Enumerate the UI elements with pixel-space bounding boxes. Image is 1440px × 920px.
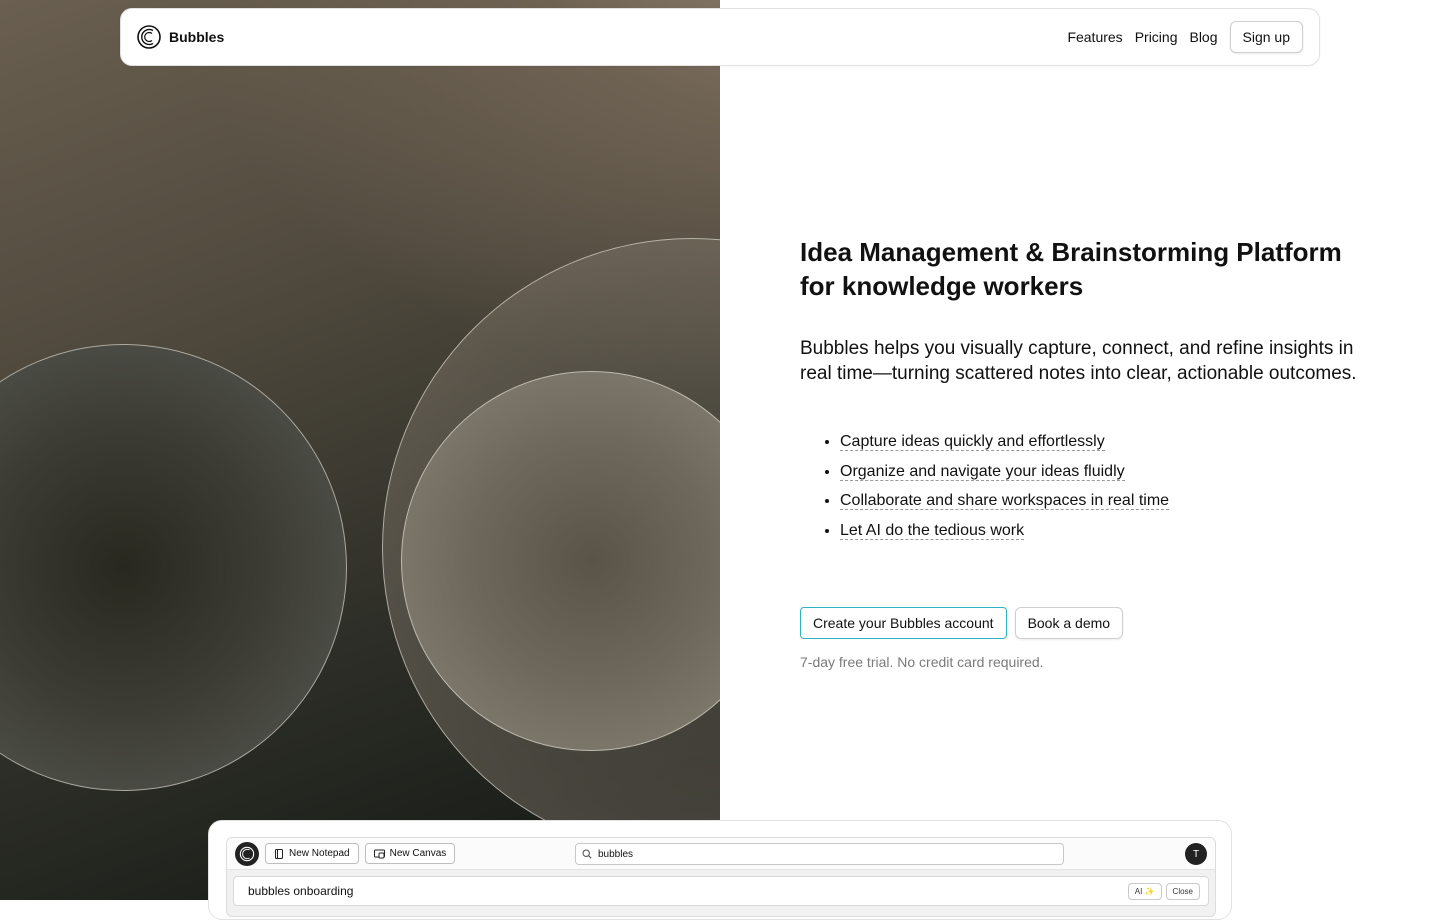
avatar[interactable]: T [1185,843,1207,865]
top-navigation: Bubbles Features Pricing Blog Sign up [120,8,1320,66]
ai-button[interactable]: AI ✨ [1127,882,1162,900]
notepad-header: bubbles onboarding AI ✨ Close [233,876,1209,906]
brand-name: Bubbles [169,29,225,45]
sign-up-button[interactable]: Sign up [1229,21,1303,53]
close-button[interactable]: Close [1165,882,1200,900]
list-item: Let AI do the tedious work [840,521,1360,541]
canvas-icon [373,849,385,858]
hero-visual [0,0,720,900]
list-item: Capture ideas quickly and effortlessly [840,432,1360,452]
page-title: Idea Management & Brainstorming Platform… [800,237,1342,301]
new-canvas-label: New Canvas [389,848,447,859]
new-notepad-label: New Notepad [289,848,350,859]
book-demo-button[interactable]: Book a demo [1014,607,1124,639]
feature-link[interactable]: Let AI do the tedious work [840,521,1025,540]
search-icon [582,849,592,859]
app-toolbar: New Notepad New Canvas bubbles T [227,838,1215,870]
bubble-left-decoration [0,344,347,791]
nav-link-features[interactable]: Features [1067,29,1122,45]
bubbles-logo-icon [137,25,161,49]
search-value: bubbles [598,848,634,860]
app-preview-frame: New Notepad New Canvas bubbles T bubbles… [208,820,1232,920]
feature-link[interactable]: Organize and navigate your ideas fluidly [840,462,1125,481]
nav-links: Features Pricing Blog Sign up [1067,21,1303,53]
bubbles-logo-icon [239,846,255,861]
app-logo[interactable] [235,841,259,866]
hero-subtitle: Bubbles helps you visually capture, conn… [800,338,1357,384]
search-input[interactable]: bubbles [575,843,1064,865]
feature-link[interactable]: Collaborate and share workspaces in real… [840,492,1170,510]
create-account-button[interactable]: Create your Bubbles account [800,607,1007,639]
new-notepad-button[interactable]: New Notepad [265,843,359,864]
brand[interactable]: Bubbles [137,25,224,49]
list-item: Organize and navigate your ideas fluidly [840,462,1360,482]
app-preview: New Notepad New Canvas bubbles T bubbles… [226,837,1216,917]
nav-link-pricing[interactable]: Pricing [1135,29,1178,45]
notepad-actions: AI ✨ Close [1127,882,1200,900]
feature-list: Capture ideas quickly and effortlessly O… [840,432,1360,550]
cta-row: Create your Bubbles account Book a demo [800,607,1124,639]
new-canvas-button[interactable]: New Canvas [364,843,456,864]
trial-note: 7-day free trial. No credit card require… [800,654,1044,670]
list-item: Collaborate and share workspaces in real… [840,491,1360,511]
notepad-title: bubbles onboarding [248,884,354,898]
nav-link-blog[interactable]: Blog [1189,29,1217,45]
feature-link[interactable]: Capture ideas quickly and effortlessly [840,433,1105,451]
notepad-icon [275,848,283,859]
